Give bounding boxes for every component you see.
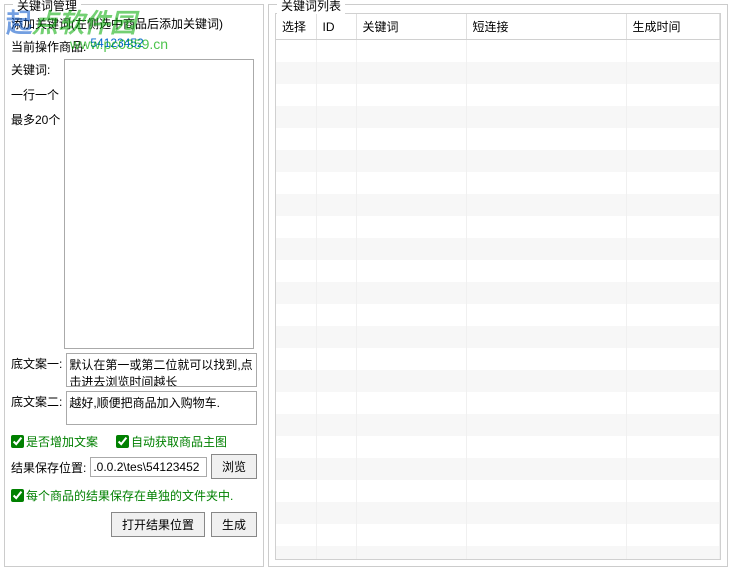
- path-label: 结果保存位置:: [11, 457, 86, 476]
- keyword-table-wrap: 选择 ID 关键词 短连接 生成时间: [275, 13, 721, 560]
- col-id[interactable]: ID: [316, 14, 356, 40]
- copy1-label: 底文案一:: [11, 353, 62, 372]
- keyword-list-panel: 关键词列表 选择 ID 关键词 短连接 生成时间: [268, 4, 728, 567]
- col-shortlink[interactable]: 短连接: [466, 14, 626, 40]
- table-row: [276, 392, 720, 414]
- keyword-manage-title: 关键词管理: [13, 0, 81, 14]
- auto-img-checkbox-input[interactable]: [116, 435, 129, 448]
- browse-button[interactable]: 浏览: [211, 454, 257, 479]
- save-folder-checkbox-label: 每个商品的结果保存在单独的文件夹中.: [26, 487, 233, 504]
- table-row: [276, 502, 720, 524]
- keyword-list-title: 关键词列表: [277, 0, 345, 14]
- table-row: [276, 370, 720, 392]
- current-product-id: 54123452: [90, 36, 143, 50]
- copy2-label: 底文案二:: [11, 391, 62, 410]
- keyword-label-1: 关键词:: [11, 59, 60, 78]
- copy2-textarea[interactable]: [66, 391, 257, 425]
- table-row: [276, 414, 720, 436]
- save-folder-checkbox[interactable]: 每个商品的结果保存在单独的文件夹中.: [11, 487, 233, 504]
- table-row: [276, 150, 720, 172]
- keyword-label-3: 最多20个: [11, 109, 60, 128]
- copy1-textarea[interactable]: [66, 353, 257, 387]
- col-gentime[interactable]: 生成时间: [626, 14, 720, 40]
- add-copy-checkbox-input[interactable]: [11, 435, 24, 448]
- col-keyword[interactable]: 关键词: [356, 14, 466, 40]
- keyword-table: 选择 ID 关键词 短连接 生成时间: [276, 14, 720, 560]
- save-folder-checkbox-input[interactable]: [11, 489, 24, 502]
- table-row: [276, 40, 720, 63]
- table-row: [276, 106, 720, 128]
- table-row: [276, 524, 720, 546]
- table-row: [276, 128, 720, 150]
- table-row: [276, 260, 720, 282]
- add-keyword-subtitle: 添加关键词(左侧选中商品后添加关键词): [11, 13, 257, 32]
- add-copy-checkbox-label: 是否增加文案: [26, 433, 98, 450]
- table-row: [276, 238, 720, 260]
- keyword-label-2: 一行一个: [11, 84, 60, 103]
- table-row: [276, 282, 720, 304]
- current-product-label: 当前操作商品:: [11, 36, 86, 55]
- table-row: [276, 62, 720, 84]
- keyword-manage-panel: 关键词管理 添加关键词(左侧选中商品后添加关键词) 当前操作商品: 541234…: [4, 4, 264, 567]
- open-result-button[interactable]: 打开结果位置: [111, 512, 205, 537]
- table-row: [276, 458, 720, 480]
- keywords-textarea[interactable]: [64, 59, 254, 349]
- generate-button[interactable]: 生成: [211, 512, 257, 537]
- auto-img-checkbox-label: 自动获取商品主图: [131, 433, 227, 450]
- table-row: [276, 326, 720, 348]
- path-input[interactable]: [90, 457, 207, 477]
- auto-img-checkbox[interactable]: 自动获取商品主图: [116, 433, 227, 450]
- add-copy-checkbox[interactable]: 是否增加文案: [11, 433, 98, 450]
- table-row: [276, 194, 720, 216]
- table-row: [276, 348, 720, 370]
- table-row: [276, 172, 720, 194]
- col-select[interactable]: 选择: [276, 14, 316, 40]
- table-row: [276, 480, 720, 502]
- table-row: [276, 436, 720, 458]
- table-row: [276, 84, 720, 106]
- table-row: [276, 546, 720, 560]
- table-row: [276, 216, 720, 238]
- table-row: [276, 304, 720, 326]
